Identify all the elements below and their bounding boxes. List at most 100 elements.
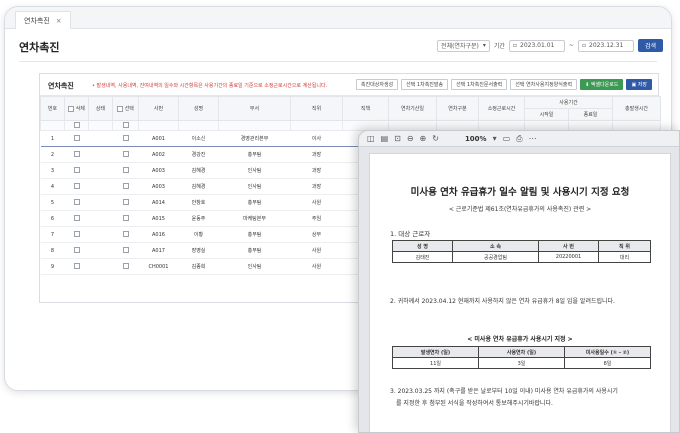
position-cell[interactable]: 사원 [290,194,343,211]
name-cell[interactable]: 김혜경 [178,162,219,179]
save-button[interactable]: ▣ 저장 [626,79,652,90]
emp-no-cell[interactable]: A003 [138,178,179,195]
status-cell[interactable] [88,258,113,275]
col-total-hours[interactable]: 총발생시간 [612,96,661,121]
position-cell[interactable]: 사원 [290,258,343,275]
row-no[interactable]: 1 [40,130,65,147]
save-icon[interactable]: ▭ [503,134,511,143]
delete-cell[interactable] [64,162,89,179]
checkbox[interactable] [73,167,80,174]
zoom-in-icon[interactable]: ⊕ [420,134,427,143]
delete-cell[interactable] [64,226,89,243]
name-cell[interactable]: 장영실 [178,242,219,259]
zoom-level[interactable]: 100% [465,135,487,143]
row-no[interactable]: 5 [40,194,65,211]
status-cell[interactable] [88,194,113,211]
search-button[interactable]: 검색 [637,39,663,52]
col-emp-no[interactable]: 사번 [138,96,179,121]
name-cell[interactable]: 경강진 [178,146,219,163]
col-status[interactable]: 상태 [88,96,113,121]
name-cell[interactable]: 김종희 [178,258,219,275]
delete-cell[interactable] [64,210,89,227]
col-name[interactable]: 성명 [178,96,219,121]
name-cell[interactable]: 김혜경 [178,178,219,195]
col-delete[interactable]: 삭제 [64,96,89,121]
date-to-input[interactable]: ▫ 2023.12.31 [577,39,634,52]
emp-no-cell[interactable]: A002 [138,146,179,163]
status-cell[interactable] [88,130,113,147]
sidebar-toggle-icon[interactable]: ◫ [367,134,375,143]
position-cell[interactable]: 과장 [290,162,343,179]
more-icon[interactable]: ⋯ [529,134,537,143]
select-cell[interactable] [112,130,139,147]
checkbox[interactable] [122,215,129,222]
filter-cell[interactable] [178,120,219,131]
checkbox[interactable] [122,231,129,238]
select-cell[interactable] [112,210,139,227]
select-cell[interactable] [112,146,139,163]
select-cell[interactable] [112,178,139,195]
filter-cell[interactable] [342,120,389,131]
checkbox[interactable] [122,263,129,270]
checkbox[interactable] [122,167,129,174]
row-no[interactable]: 9 [40,258,65,275]
emp-no-cell[interactable]: CH0001 [138,258,179,275]
rotate-icon[interactable]: ↻ [432,134,439,143]
filter-cell[interactable] [612,120,661,131]
page-view-icon[interactable]: ▤ [381,134,389,143]
col-work-hours[interactable]: 소정근로시간 [478,96,525,121]
col-position[interactable]: 직위 [290,96,343,121]
checkbox[interactable] [73,135,80,142]
col-end[interactable]: 종료일 [568,108,613,121]
row-no[interactable]: 6 [40,210,65,227]
emp-no-cell[interactable]: A016 [138,226,179,243]
dept-cell[interactable]: 총무팀 [218,146,291,163]
filter-cell[interactable] [112,120,139,131]
select-cell[interactable] [112,242,139,259]
checkbox[interactable] [122,122,129,129]
tab-annual-leave[interactable]: 연차촉진 × [15,11,71,29]
row-no[interactable]: 3 [40,162,65,179]
position-cell[interactable]: 이사 [290,130,343,147]
emp-no-cell[interactable]: A015 [138,210,179,227]
filter-cell[interactable] [138,120,179,131]
filter-cell[interactable] [436,120,479,131]
date-from-input[interactable]: ▫ 2023.01.01 [508,39,565,52]
select-cell[interactable] [112,226,139,243]
col-dept[interactable]: 부서 [218,96,291,121]
row-no[interactable]: 8 [40,242,65,259]
name-cell[interactable]: 안창호 [178,194,219,211]
print-designation-form-button[interactable]: 선택 연차사용지정양식출력 [510,79,578,90]
fit-page-icon[interactable]: ⊡ [394,134,401,143]
status-cell[interactable] [88,146,113,163]
dept-cell[interactable]: 인사팀 [218,178,291,195]
checkbox[interactable] [73,231,80,238]
emp-no-cell[interactable]: A003 [138,162,179,179]
dept-cell[interactable]: 총무팀 [218,242,291,259]
checkbox[interactable] [73,215,80,222]
status-cell[interactable] [88,210,113,227]
position-cell[interactable]: 과장 [290,178,343,195]
filter-cell[interactable] [218,120,291,131]
position-cell[interactable]: 주임 [290,210,343,227]
checkbox[interactable] [73,151,80,158]
checkbox[interactable] [122,247,129,254]
select-cell[interactable] [112,194,139,211]
dept-cell[interactable]: 인사팀 [218,258,291,275]
col-select[interactable]: 선택 [112,96,139,121]
emp-no-cell[interactable]: A017 [138,242,179,259]
select-cell[interactable] [112,258,139,275]
filter-cell[interactable] [88,120,113,131]
dept-cell[interactable]: 마케팅본부 [218,210,291,227]
name-cell[interactable]: 이소신 [178,130,219,147]
status-cell[interactable] [88,162,113,179]
leave-type-select[interactable]: 전체(연차구분) ▾ [437,39,490,52]
chevron-down-icon[interactable]: ▾ [493,134,497,143]
checkbox[interactable] [73,263,80,270]
col-no[interactable]: 번호 [40,96,65,121]
col-start[interactable]: 시작일 [524,108,569,121]
filter-cell[interactable] [524,120,569,131]
checkbox[interactable] [122,135,129,142]
col-leave-type[interactable]: 연차구분 [436,96,479,121]
print-first-notice-button[interactable]: 선택 1차촉진문서출력 [451,79,508,90]
